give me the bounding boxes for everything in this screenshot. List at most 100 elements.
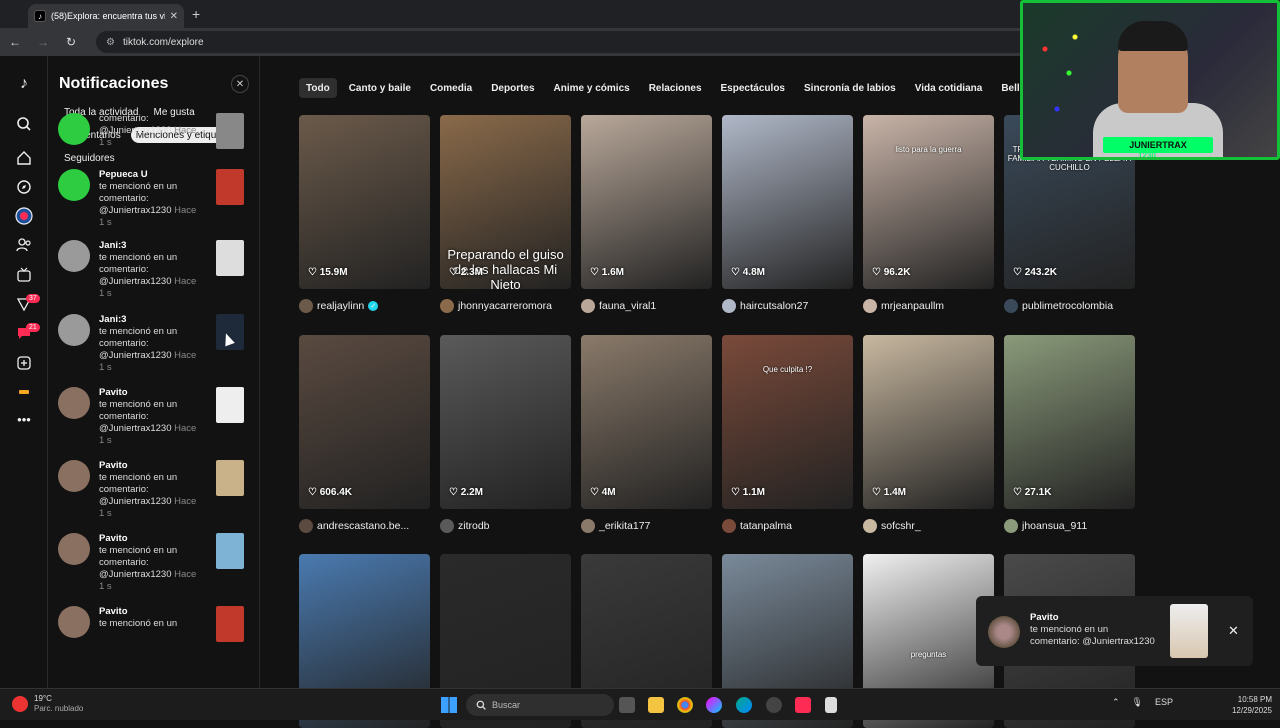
notification-thumbnail[interactable] [216,169,244,205]
live-tv-icon[interactable] [14,265,34,285]
notification-item[interactable]: Jani:3 te mencionó en un comentario: @Juni… [58,240,248,310]
author-name[interactable]: haircutsalon27 [740,300,808,312]
video-author[interactable]: jhonnyacarreromora [440,299,580,313]
author-name[interactable]: sofcshr_ [881,520,921,532]
toast-thumbnail[interactable] [1170,604,1208,658]
video-thumbnail[interactable]: ♡ 1.6M [581,115,712,289]
author-name[interactable]: jhonnyacarreromora [458,300,552,312]
author-name[interactable]: zitrodb [458,520,490,532]
tiktok-app-icon[interactable] [795,697,811,713]
author-avatar[interactable] [440,299,454,313]
forward-arrow-icon[interactable]: → [36,35,50,49]
notification-thumbnail[interactable] [216,387,244,423]
upload-plus-icon[interactable] [14,353,34,373]
video-thumbnail[interactable]: ♡ 27.1K [1004,334,1135,509]
video-thumbnail[interactable]: Que culpita !? ♡ 1.1M [722,334,853,509]
file-explorer-icon[interactable] [648,697,664,713]
video-author[interactable]: _erikita177 [581,518,721,533]
notification-item[interactable]: Pavito te mencionó en un [58,606,248,676]
notification-thumbnail[interactable] [216,533,244,569]
author-name[interactable]: andrescastano.be... [317,520,409,532]
category-tab[interactable]: Espectáculos [714,78,792,98]
author-avatar[interactable] [440,518,454,533]
edge-icon[interactable] [736,697,752,713]
notification-thumbnail[interactable] [216,460,244,496]
taskbar-search[interactable]: Buscar [466,694,614,716]
notification-thumbnail[interactable] [216,606,244,642]
author-avatar[interactable] [722,299,736,313]
author-name[interactable]: mrjeanpaullm [881,300,944,312]
obs-icon[interactable] [766,697,782,713]
notification-avatar[interactable] [58,113,90,145]
microphone-icon[interactable]: 🎙 [1132,697,1143,708]
video-thumbnail[interactable]: ♡ 15.9M [299,115,430,289]
mention-toast[interactable]: Pavito te mencionó en un comentario: @Ju… [976,596,1253,666]
author-avatar[interactable] [299,299,313,313]
video-thumbnail[interactable]: ♡ 1.4M [863,334,994,509]
back-arrow-icon[interactable]: ← [8,35,22,49]
tiktok-logo-icon[interactable]: ♪ [14,74,34,94]
video-thumbnail[interactable]: Preparando el guiso de las hallacas Mi N… [440,115,571,289]
author-name[interactable]: _erikita177 [599,520,650,532]
search-icon[interactable] [14,114,34,134]
video-author[interactable]: jhoansua_911 [1004,518,1144,533]
video-author[interactable]: andrescastano.be... [299,518,439,533]
notification-item[interactable]: Pavito te mencionó en un comentario: @Juni… [58,387,248,457]
reload-icon[interactable]: ↻ [64,35,78,49]
author-avatar[interactable] [863,299,877,313]
tab-close-icon[interactable]: ✕ [170,11,178,22]
site-info-icon[interactable]: ⚙ [106,37,115,48]
author-name[interactable]: tatanpalma [740,520,792,532]
windows-start-icon[interactable] [441,697,457,713]
author-avatar[interactable] [581,299,595,313]
video-author[interactable]: mrjeanpaullm [863,299,1003,313]
video-thumbnail[interactable]: listo para la guerra ♡ 96.2K [863,115,994,289]
document-icon[interactable] [825,697,837,713]
home-icon[interactable] [14,148,34,168]
video-thumbnail[interactable]: ♡ 4.8M [722,115,853,289]
video-author[interactable]: realjaylinn ✓ [299,299,439,313]
author-name[interactable]: fauna_viral1 [599,300,656,312]
author-avatar[interactable] [581,518,595,533]
author-avatar[interactable] [1004,299,1018,313]
notification-avatar[interactable] [58,314,90,346]
author-avatar[interactable] [299,518,313,533]
notification-avatar[interactable] [58,240,90,272]
notification-avatar[interactable] [58,387,90,419]
chrome-icon[interactable] [677,697,693,713]
category-tab[interactable]: Sincronía de labios [797,78,903,98]
author-name[interactable]: realjaylinn [317,300,364,312]
friends-icon[interactable] [14,235,34,255]
following-avatar-icon[interactable] [14,206,34,226]
category-tab[interactable]: Anime y cómics [547,78,637,98]
author-avatar[interactable] [863,518,877,533]
notification-thumbnail[interactable] [216,240,244,276]
category-tab[interactable]: Deportes [484,78,541,98]
category-tab[interactable]: Todo [299,78,337,98]
notification-item[interactable]: Pepueca Ute mencionó en un comentario: @J… [58,169,248,239]
taskbar-clock[interactable]: 10:58 PM 12/29/2025 [1226,694,1272,716]
author-name[interactable]: publimetrocolombia [1022,300,1113,312]
coins-icon[interactable] [14,382,34,402]
category-tab[interactable]: Canto y baile [342,78,418,98]
close-notifications-button[interactable]: ✕ [231,75,249,93]
category-tab[interactable]: Relaciones [642,78,709,98]
copilot-icon[interactable] [706,697,722,713]
language-indicator[interactable]: ESP [1155,697,1173,708]
category-tab[interactable]: Vida cotidiana [908,78,990,98]
author-avatar[interactable] [1004,518,1018,533]
notification-avatar[interactable] [58,606,90,638]
url-field[interactable]: ⚙ tiktok.com/explore [96,31,1036,53]
video-thumbnail[interactable]: ♡ 4M [581,334,712,509]
video-author[interactable]: sofcshr_ [863,518,1003,533]
notification-item[interactable]: Pavito te mencionó en un comentario: @Juni… [58,460,248,530]
browser-tab[interactable]: ♪ (58)Explora: encuentra tus vide ✕ [28,4,184,28]
author-name[interactable]: jhoansua_911 [1022,520,1087,532]
notification-item[interactable]: Pavito te mencionó en un comentario: @Juni… [58,533,248,603]
author-avatar[interactable] [722,518,736,533]
more-icon[interactable]: ••• [14,409,34,429]
notification-thumbnail[interactable] [216,113,244,149]
video-thumbnail[interactable]: ♡ 2.2M [440,334,571,509]
notification-avatar[interactable] [58,533,90,565]
video-thumbnail[interactable]: ♡ 606.4K [299,334,430,509]
